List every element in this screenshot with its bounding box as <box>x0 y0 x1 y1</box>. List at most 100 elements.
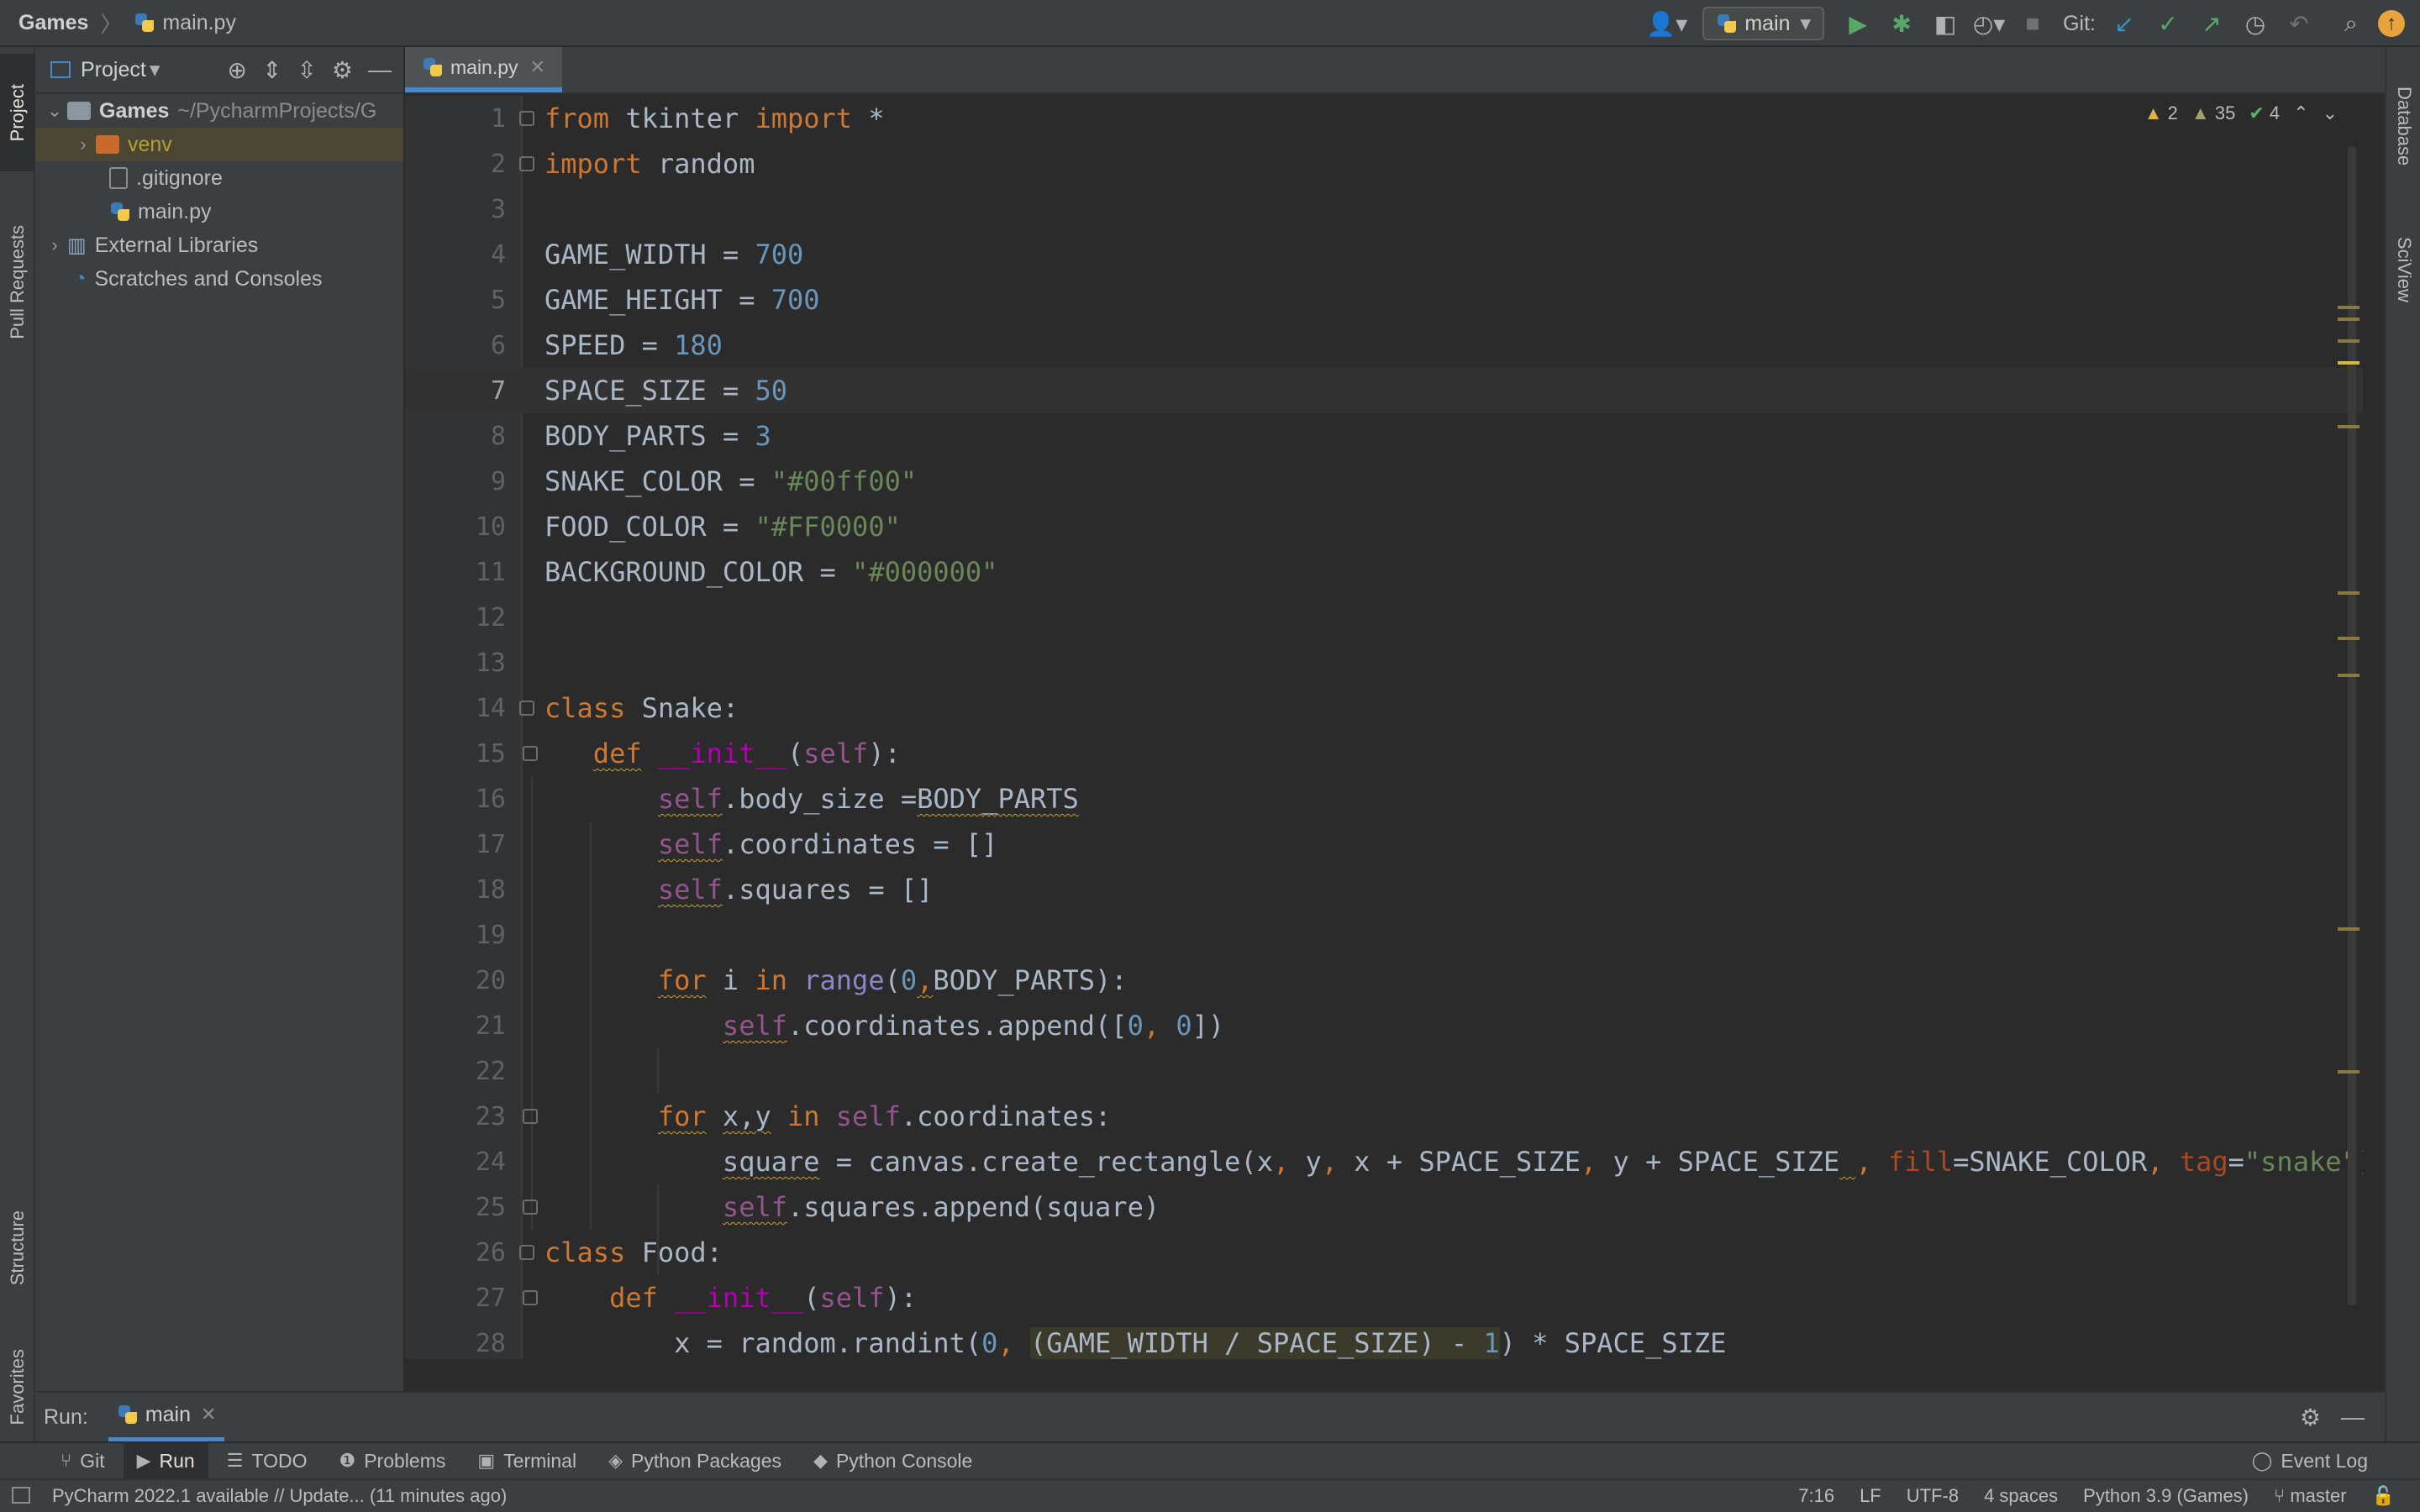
code-line[interactable]: 17 self.coordinates = [] <box>405 822 2363 867</box>
tree-item-gitignore[interactable]: .gitignore <box>35 161 403 195</box>
tool-tab-python-console[interactable]: ◆ Python Console <box>800 1442 986 1479</box>
error-stripe-mark[interactable] <box>2338 637 2360 640</box>
fold-marker[interactable] <box>523 1290 538 1305</box>
code-line[interactable]: 25 self.squares.append(square) <box>405 1184 2363 1230</box>
chevron-down-icon[interactable]: ▾ <box>150 57 160 82</box>
code-line[interactable]: 3 <box>405 186 2363 232</box>
tool-tab-problems[interactable]: ❶ Problems <box>325 1442 459 1479</box>
code-line[interactable]: 22 <box>405 1048 2363 1094</box>
fold-marker[interactable] <box>523 1109 538 1124</box>
collapse-all-icon[interactable]: ⇳ <box>297 56 316 84</box>
code-line-current[interactable]: 7 SPACE_SIZE = 50 <box>405 368 2363 413</box>
git-update-icon[interactable]: ↙ <box>2106 7 2143 40</box>
inspection-widget[interactable]: ▲ 2 ▲ 35 ✔ 4 ⌃ ⌄ <box>2144 102 2338 124</box>
project-view-select[interactable]: Project <box>81 58 146 82</box>
code-line[interactable]: 2 import random <box>405 141 2363 186</box>
git-branch[interactable]: ⑂ master <box>2274 1485 2347 1507</box>
file-encoding[interactable]: UTF-8 <box>1907 1485 1959 1507</box>
database-tool-tab[interactable]: Database <box>2386 59 2420 193</box>
tool-tab-python-packages[interactable]: ◈ Python Packages <box>595 1442 795 1479</box>
coverage-icon[interactable]: ◧ <box>1927 7 1964 40</box>
search-icon[interactable]: ⌕ <box>2333 7 2370 40</box>
code-line[interactable]: 18 self.squares = [] <box>405 867 2363 912</box>
run-icon[interactable]: ▶ <box>1839 7 1876 40</box>
code-line[interactable]: 11 BACKGROUND_COLOR = "#000000" <box>405 549 2363 595</box>
git-commit-icon[interactable]: ✓ <box>2149 7 2186 40</box>
breadcrumb-project[interactable]: Games <box>18 11 88 35</box>
code-line[interactable]: 28 x = random.randint(0, (GAME_WIDTH / S… <box>405 1320 2363 1359</box>
tool-tab-terminal[interactable]: ▣ Terminal <box>464 1442 590 1479</box>
tree-item-scratches[interactable]: ◔ Scratches and Consoles <box>35 262 403 296</box>
editor-tab-main-py[interactable]: main.py ✕ <box>405 47 562 92</box>
close-icon[interactable]: ✕ <box>201 1404 216 1425</box>
code-line[interactable]: 8 BODY_PARTS = 3 <box>405 413 2363 459</box>
profile-icon[interactable]: ◴▾ <box>1970 7 2007 40</box>
tree-item-external-libraries[interactable]: › ▥ External Libraries <box>35 228 403 262</box>
error-stripe-mark[interactable] <box>2338 306 2360 309</box>
code-line[interactable]: 15 def __init__(self): <box>405 731 2363 776</box>
code-line[interactable]: 5 GAME_HEIGHT = 700 <box>405 277 2363 323</box>
code-line[interactable]: 27 def __init__(self): <box>405 1275 2363 1320</box>
caret-position[interactable]: 7:16 <box>1798 1485 1834 1507</box>
tool-tab-todo[interactable]: ☰ TODO <box>213 1442 321 1479</box>
chevron-right-icon[interactable]: › <box>42 234 67 256</box>
code-line[interactable]: 14 class Snake: <box>405 685 2363 731</box>
user-icon[interactable]: 👤▾ <box>1646 7 1687 40</box>
sciview-tool-tab[interactable]: SciView <box>2386 207 2420 333</box>
code-line[interactable]: 16 self.body_size =BODY_PARTS <box>405 776 2363 822</box>
code-line[interactable]: 26 class Food: <box>405 1230 2363 1275</box>
close-icon[interactable]: ✕ <box>530 56 545 78</box>
code-line[interactable]: 6 SPEED = 180 <box>405 323 2363 368</box>
fold-marker[interactable] <box>519 701 534 716</box>
code-line[interactable]: 21 self.coordinates.append([0, 0]) <box>405 1003 2363 1048</box>
fold-marker[interactable] <box>519 1245 534 1260</box>
error-stripe-mark[interactable] <box>2338 425 2360 428</box>
code-line[interactable]: 1 from tkinter import * <box>405 96 2363 141</box>
git-push-icon[interactable]: ↗ <box>2193 7 2230 40</box>
run-configuration-select[interactable]: main ▾ <box>1702 7 1825 40</box>
code-line[interactable]: 9 SNAKE_COLOR = "#00ff00" <box>405 459 2363 504</box>
breadcrumb-file[interactable]: main.py <box>162 11 236 35</box>
lock-icon[interactable]: 🔓 <box>2372 1485 2395 1507</box>
code-line[interactable]: 13 <box>405 640 2363 685</box>
git-history-icon[interactable]: ◷ <box>2237 7 2274 40</box>
error-stripe-mark[interactable] <box>2338 339 2360 343</box>
code-line[interactable]: 23 for x,y in self.coordinates: <box>405 1094 2363 1139</box>
project-tool-tab[interactable]: Project <box>0 54 35 171</box>
status-message[interactable]: PyCharm 2022.1 available // Update... (1… <box>52 1485 507 1507</box>
code-line[interactable]: 4 GAME_WIDTH = 700 <box>405 232 2363 277</box>
tool-tab-git[interactable]: ⑂ Git <box>47 1442 118 1479</box>
tree-item-venv[interactable]: › venv <box>35 128 403 161</box>
error-stripe-mark[interactable] <box>2338 927 2360 931</box>
rollback-icon[interactable]: ↶ <box>2281 7 2317 40</box>
next-highlight-icon[interactable]: ⌄ <box>2323 102 2338 124</box>
error-count[interactable]: ▲ 2 <box>2144 102 2178 124</box>
warning-count[interactable]: ▲ 35 <box>2191 102 2235 124</box>
pull-requests-tool-tab[interactable]: Pull Requests <box>0 181 35 383</box>
indent-setting[interactable]: 4 spaces <box>1984 1485 2058 1507</box>
error-stripe-mark[interactable] <box>2338 1070 2360 1074</box>
run-tab-main[interactable]: main ✕ <box>108 1392 225 1442</box>
ok-count[interactable]: ✔ 4 <box>2249 102 2280 124</box>
code-line[interactable]: 12 <box>405 595 2363 640</box>
fold-marker[interactable] <box>523 1200 538 1215</box>
code-line[interactable]: 24 square = canvas.create_rectangle(x, y… <box>405 1139 2363 1184</box>
line-separator[interactable]: LF <box>1860 1485 1881 1507</box>
code-area[interactable]: 1 from tkinter import * 2 import random … <box>405 96 2363 1359</box>
error-stripe-mark[interactable] <box>2338 591 2360 595</box>
fold-marker[interactable] <box>523 746 538 761</box>
error-stripe-mark[interactable] <box>2338 674 2360 677</box>
tree-item-main-py[interactable]: main.py <box>35 195 403 228</box>
python-interpreter[interactable]: Python 3.9 (Games) <box>2083 1485 2249 1507</box>
previous-highlight-icon[interactable]: ⌃ <box>2293 102 2308 124</box>
event-log-tab[interactable]: ◯ Event Log <box>2238 1442 2415 1479</box>
code-line[interactable]: 20 for i in range(0,BODY_PARTS): <box>405 958 2363 1003</box>
debug-icon[interactable]: ✱ <box>1883 7 1920 40</box>
error-stripe-mark[interactable] <box>2338 318 2360 321</box>
gear-icon[interactable]: ⚙ <box>2300 1404 2321 1431</box>
update-icon[interactable]: ↑ <box>2378 10 2405 37</box>
hide-icon[interactable]: — <box>2341 1404 2365 1431</box>
error-stripe-mark[interactable] <box>2338 361 2360 365</box>
chevron-down-icon[interactable]: ⌄ <box>42 100 67 122</box>
layout-toggle-icon[interactable] <box>12 1487 30 1504</box>
